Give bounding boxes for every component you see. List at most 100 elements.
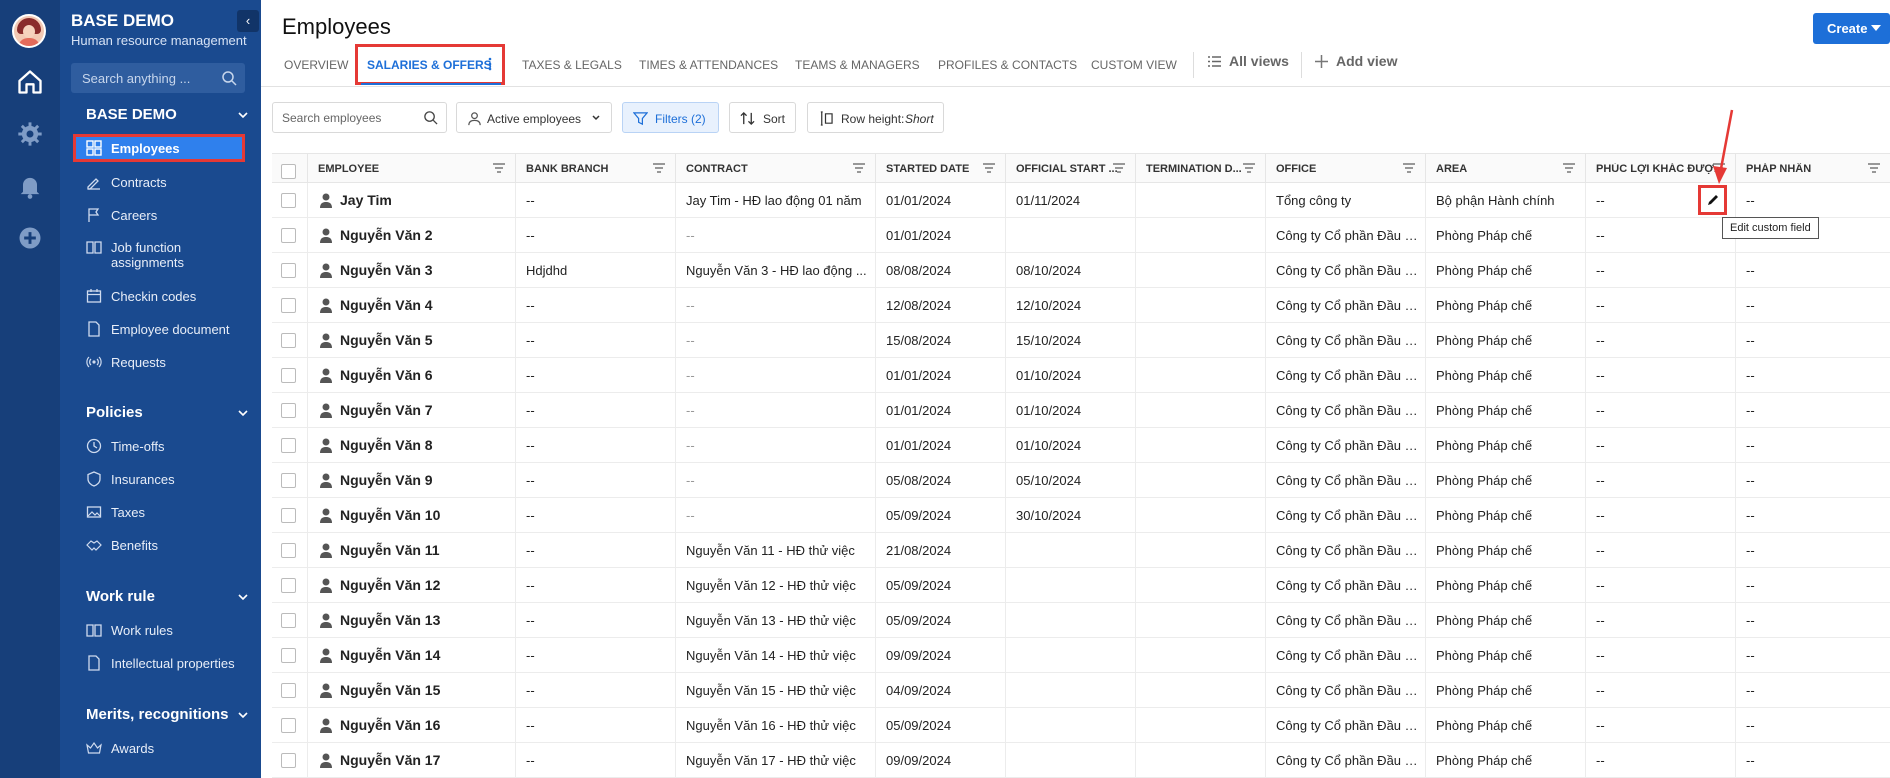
cell-phuc-loi[interactable]: -- bbox=[1586, 743, 1736, 777]
tab-times-attendances[interactable]: TIMES & ATTENDANCES bbox=[639, 58, 778, 72]
cell-official[interactable]: 15/10/2024 bbox=[1006, 323, 1136, 357]
cell-phap-nhan[interactable]: -- bbox=[1736, 638, 1890, 672]
cell-area[interactable]: Phòng Pháp chế bbox=[1426, 498, 1586, 532]
cell-area[interactable]: Phòng Pháp chế bbox=[1426, 708, 1586, 742]
row-checkbox[interactable] bbox=[281, 263, 296, 278]
cell-phuc-loi[interactable]: -- bbox=[1586, 428, 1736, 462]
cell-bank-branch[interactable]: -- bbox=[516, 428, 676, 462]
cell-official[interactable] bbox=[1006, 218, 1136, 252]
cell-phuc-loi[interactable]: -- bbox=[1586, 218, 1736, 252]
cell-area[interactable]: Phòng Pháp chế bbox=[1426, 393, 1586, 427]
add-view-button[interactable]: Add view bbox=[1314, 53, 1404, 71]
row-height-button[interactable]: Row height: Short bbox=[807, 102, 944, 133]
table-row[interactable]: Nguyễn Văn 3 Hdjdhd Nguyễn Văn 3 - HĐ lao … bbox=[272, 253, 1890, 288]
employee-search-input[interactable]: Search employees bbox=[272, 102, 447, 133]
cell-area[interactable]: Phòng Pháp chế bbox=[1426, 253, 1586, 287]
employee-name[interactable]: Nguyễn Văn 11 bbox=[340, 542, 440, 558]
row-checkbox[interactable] bbox=[281, 228, 296, 243]
cell-official[interactable]: 30/10/2024 bbox=[1006, 498, 1136, 532]
cell-contract[interactable]: -- bbox=[676, 393, 876, 427]
sidebar-item-requests[interactable]: Requests bbox=[73, 348, 245, 376]
employee-name[interactable]: Nguyễn Văn 16 bbox=[340, 717, 440, 733]
cell-official[interactable] bbox=[1006, 568, 1136, 602]
cell-phuc-loi[interactable]: -- bbox=[1586, 638, 1736, 672]
cell-bank-branch[interactable]: -- bbox=[516, 183, 676, 217]
cell-employee[interactable]: Nguyễn Văn 17 bbox=[308, 743, 516, 777]
cell-phuc-loi[interactable]: -- bbox=[1586, 673, 1736, 707]
cell-employee[interactable]: Nguyễn Văn 9 bbox=[308, 463, 516, 497]
cell-termination[interactable] bbox=[1136, 428, 1266, 462]
cell-phap-nhan[interactable]: -- bbox=[1736, 603, 1890, 637]
employee-name[interactable]: Nguyễn Văn 3 bbox=[340, 262, 433, 278]
cell-office[interactable]: Công ty Cổ phần Đầu t... bbox=[1266, 393, 1426, 427]
table-row[interactable]: Nguyễn Văn 14 -- Nguyễn Văn 14 - HĐ thử vi… bbox=[272, 638, 1890, 673]
sidebar-item-employees[interactable]: Employees bbox=[73, 134, 245, 162]
cell-bank-branch[interactable]: -- bbox=[516, 638, 676, 672]
cell-area[interactable]: Phòng Pháp chế bbox=[1426, 323, 1586, 357]
cell-phap-nhan[interactable]: -- bbox=[1736, 533, 1890, 567]
cell-employee[interactable]: Nguyễn Văn 8 bbox=[308, 428, 516, 462]
cell-started[interactable]: 04/09/2024 bbox=[876, 673, 1006, 707]
tab-overview[interactable]: OVERVIEW bbox=[284, 58, 348, 72]
cell-termination[interactable] bbox=[1136, 708, 1266, 742]
column-menu-icon[interactable] bbox=[652, 161, 666, 175]
avatar[interactable] bbox=[12, 14, 46, 48]
sidebar-item-job-function-assignments[interactable]: Job function assignments bbox=[73, 233, 245, 275]
cell-employee[interactable]: Nguyễn Văn 7 bbox=[308, 393, 516, 427]
cell-termination[interactable] bbox=[1136, 288, 1266, 322]
col-contract[interactable]: CONTRACT bbox=[676, 154, 876, 183]
tab-taxes-legals[interactable]: TAXES & LEGALS bbox=[522, 58, 622, 72]
home-icon[interactable] bbox=[16, 68, 44, 96]
cell-bank-branch[interactable]: -- bbox=[516, 498, 676, 532]
table-row[interactable]: Nguyễn Văn 10 -- -- 05/09/2024 30/10/2024 Côn… bbox=[272, 498, 1890, 533]
cell-official[interactable] bbox=[1006, 533, 1136, 567]
sidebar-item-careers[interactable]: Careers bbox=[73, 201, 245, 229]
row-checkbox[interactable] bbox=[281, 368, 296, 383]
cell-contract[interactable]: Nguyễn Văn 14 - HĐ thử việc bbox=[676, 638, 876, 672]
row-checkbox[interactable] bbox=[281, 473, 296, 488]
column-menu-icon[interactable] bbox=[1242, 161, 1256, 175]
active-employees-dropdown[interactable]: Active employees bbox=[456, 102, 612, 133]
cell-employee[interactable]: Nguyễn Văn 5 bbox=[308, 323, 516, 357]
section-merits-recognitions[interactable]: Merits, recognitions bbox=[86, 706, 248, 723]
tab-more-icon[interactable] bbox=[487, 57, 493, 71]
filters-button[interactable]: Filters (2) bbox=[622, 102, 719, 133]
cell-contract[interactable]: Nguyễn Văn 11 - HĐ thử việc bbox=[676, 533, 876, 567]
cell-termination[interactable] bbox=[1136, 463, 1266, 497]
cell-office[interactable]: Công ty Cổ phần Đầu t... bbox=[1266, 253, 1426, 287]
cell-employee[interactable]: Nguyễn Văn 12 bbox=[308, 568, 516, 602]
cell-office[interactable]: Công ty Cổ phần Đầu t... bbox=[1266, 568, 1426, 602]
row-checkbox[interactable] bbox=[281, 648, 296, 663]
cell-termination[interactable] bbox=[1136, 393, 1266, 427]
row-checkbox[interactable] bbox=[281, 438, 296, 453]
table-row[interactable]: Nguyễn Văn 17 -- Nguyễn Văn 17 - HĐ thử vi… bbox=[272, 743, 1890, 778]
row-checkbox[interactable] bbox=[281, 613, 296, 628]
table-row[interactable]: Nguyễn Văn 9 -- -- 05/08/2024 05/10/2024 Công… bbox=[272, 463, 1890, 498]
cell-official[interactable] bbox=[1006, 603, 1136, 637]
cell-area[interactable]: Phòng Pháp chế bbox=[1426, 603, 1586, 637]
all-views-button[interactable]: All views bbox=[1207, 53, 1297, 71]
cell-area[interactable]: Phòng Pháp chế bbox=[1426, 288, 1586, 322]
create-button[interactable]: Create bbox=[1813, 13, 1890, 44]
cell-official[interactable]: 08/10/2024 bbox=[1006, 253, 1136, 287]
col-office[interactable]: OFFICE bbox=[1266, 154, 1426, 183]
cell-termination[interactable] bbox=[1136, 673, 1266, 707]
col-started-date[interactable]: STARTED DATE bbox=[876, 154, 1006, 183]
cell-phap-nhan[interactable]: -- bbox=[1736, 183, 1890, 217]
column-menu-icon[interactable] bbox=[982, 161, 996, 175]
cell-office[interactable]: Công ty Cổ phần Đầu t... bbox=[1266, 638, 1426, 672]
cell-phuc-loi[interactable]: -- bbox=[1586, 253, 1736, 287]
col-official-start[interactable]: OFFICIAL START ... bbox=[1006, 154, 1136, 183]
row-checkbox[interactable] bbox=[281, 683, 296, 698]
cell-started[interactable]: 15/08/2024 bbox=[876, 323, 1006, 357]
sidebar-item-work-rules[interactable]: Work rules bbox=[73, 616, 245, 644]
cell-office[interactable]: Công ty Cổ phần Đầu t... bbox=[1266, 673, 1426, 707]
cell-termination[interactable] bbox=[1136, 183, 1266, 217]
cell-contract[interactable]: -- bbox=[676, 323, 876, 357]
table-row[interactable]: Nguyễn Văn 6 -- -- 01/01/2024 01/10/2024 Công… bbox=[272, 358, 1890, 393]
table-row[interactable]: Jay Tim -- Jay Tim - HĐ lao động 01 năm 01/… bbox=[272, 183, 1890, 218]
cell-official[interactable] bbox=[1006, 673, 1136, 707]
cell-office[interactable]: Công ty Cổ phần Đầu t... bbox=[1266, 743, 1426, 777]
cell-bank-branch[interactable]: -- bbox=[516, 463, 676, 497]
tab-custom-view[interactable]: CUSTOM VIEW bbox=[1091, 58, 1177, 72]
